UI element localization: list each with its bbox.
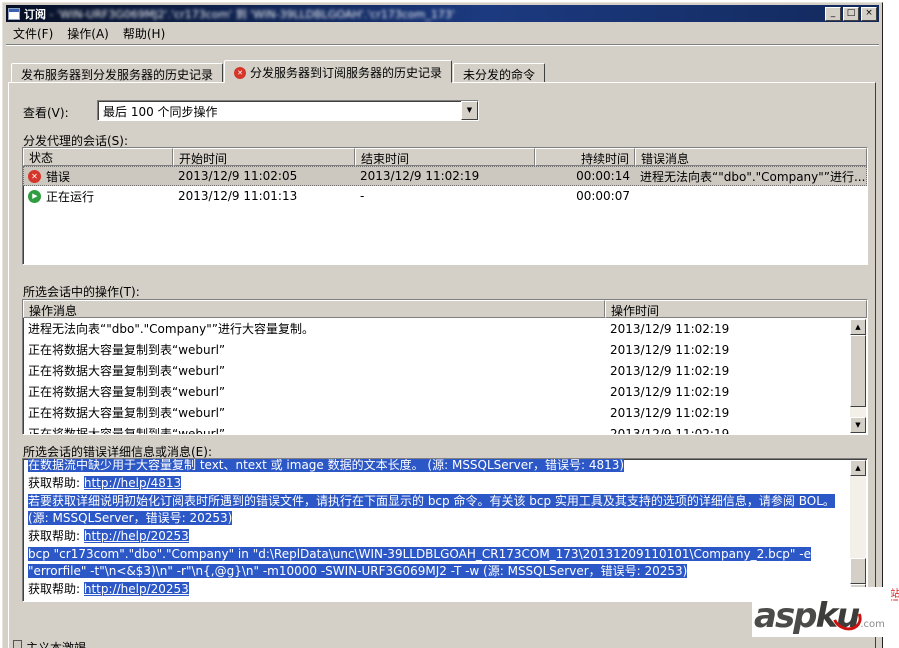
- error-details-box[interactable]: 在数据流中缺少用于大容量复制 text、ntext 或 image 数据的文本长…: [22, 458, 868, 602]
- screenshot-page: 订阅 - 'WIN-URF3G069MJ2'.'cr173com' 到 'WIN…: [0, 0, 899, 648]
- column-header-time[interactable]: 操作时间: [605, 300, 867, 318]
- maximize-button[interactable]: □: [843, 6, 859, 21]
- view-combobox[interactable]: 最后 100 个同步操作 ▼: [97, 100, 479, 121]
- scroll-down-icon[interactable]: ▼: [850, 417, 866, 433]
- tree-node-icon: [13, 640, 22, 648]
- help-link[interactable]: http://help/20253: [83, 529, 189, 543]
- scrollbar-thumb[interactable]: [850, 335, 866, 407]
- view-combobox-value: 最后 100 个同步操作: [103, 105, 218, 119]
- session-end-time: -: [360, 189, 365, 203]
- column-header-message[interactable]: 操作消息: [23, 300, 605, 318]
- details-scrollbar[interactable]: ▲ ▼: [850, 460, 866, 600]
- minimize-button[interactable]: _: [825, 6, 841, 21]
- operation-time: 2013/12/9 11:02:19: [610, 384, 730, 399]
- error-detail-text: 在数据流中缺少用于大容量复制 text、ntext 或 image 数据的文本长…: [28, 458, 625, 472]
- menubar: 文件(F) 操作(A) 帮助(H): [6, 24, 879, 43]
- session-duration: 00:00:14: [576, 169, 630, 183]
- tab-distributor-history[interactable]: ✕ 分发服务器到订阅服务器的历史记录: [224, 60, 453, 83]
- operations-label: 所选会话中的操作(T):: [23, 285, 140, 299]
- operation-row[interactable]: 正在将数据大容量复制到表“weburl” 2013/12/9 11:02:19: [23, 402, 851, 423]
- operation-message: 正在将数据大容量复制到表“weburl”: [28, 364, 226, 378]
- operation-row[interactable]: 正在将数据大容量复制到表“weburl” 2013/12/9 11:02:19: [23, 360, 851, 381]
- scroll-up-icon[interactable]: ▲: [850, 460, 866, 476]
- window-title-redacted: - 'WIN-URF3G069MJ2'.'cr173com' 到 'WIN-39…: [46, 7, 455, 21]
- operation-row[interactable]: 进程无法向表“"dbo"."Company"”进行大容量复制。 2013/12/…: [23, 318, 851, 339]
- session-start-time: 2013/12/9 11:02:05: [178, 169, 298, 183]
- column-header-status[interactable]: 状态: [23, 148, 173, 166]
- help-prefix: 获取帮助:: [28, 529, 84, 543]
- menu-help[interactable]: 帮助(H): [116, 23, 172, 44]
- operations-grid: 操作消息 操作时间 进程无法向表“"dbo"."Company"”进行大容量复制…: [22, 299, 868, 435]
- running-icon: ▶: [28, 189, 41, 203]
- session-status: 错误: [46, 169, 71, 184]
- error-details-content: 在数据流中缺少用于大容量复制 text、ntext 或 image 数据的文本长…: [24, 458, 850, 600]
- window-title: 订阅 - 'WIN-URF3G069MJ2'.'cr173com' 到 'WIN…: [24, 7, 455, 21]
- session-duration: 00:00:07: [576, 189, 630, 203]
- tab-publisher-history[interactable]: 发布服务器到分发服务器的历史记录: [11, 63, 224, 83]
- help-prefix: 获取帮助:: [28, 582, 84, 596]
- help-prefix: 获取帮助:: [28, 476, 84, 490]
- column-header-error[interactable]: 错误消息: [635, 148, 867, 166]
- tab-label: 分发服务器到订阅服务器的历史记录: [250, 66, 443, 80]
- column-header-duration[interactable]: 持续时间: [535, 148, 635, 166]
- tab-label: 未分发的命令: [463, 67, 536, 82]
- operation-time: 2013/12/9 11:02:19: [610, 363, 730, 378]
- operation-time: 2013/12/9 11:02:19: [610, 405, 730, 420]
- menu-separator: [6, 44, 879, 46]
- operation-message: 正在将数据大容量复制到表“weburl”: [28, 343, 226, 357]
- help-link[interactable]: http://help/20253: [83, 582, 189, 596]
- close-button[interactable]: ×: [861, 6, 877, 21]
- session-end-time: 2013/12/9 11:02:19: [360, 169, 480, 183]
- watermark-logo: aspku: [754, 596, 867, 636]
- operation-row[interactable]: 正在将数据大容量复制到表“weburl” 2013/12/9 11:02:19: [23, 381, 851, 402]
- session-status: 正在运行: [46, 189, 95, 204]
- watermark-tagline: 免费网站源码下载站!: [887, 588, 899, 628]
- watermark: aspku .com 免费网站源码下载站!: [752, 587, 899, 637]
- operation-message: 正在将数据大容量复制到表“weburl”: [28, 385, 226, 399]
- titlebar[interactable]: 订阅 - 'WIN-URF3G069MJ2'.'cr173com' 到 'WIN…: [6, 5, 879, 22]
- menu-action[interactable]: 操作(A): [60, 23, 116, 44]
- session-error-message: 进程无法向表“"dbo"."Company"”进行...: [640, 169, 866, 184]
- error-icon: ✕: [234, 66, 247, 79]
- session-start-time: 2013/12/9 11:01:13: [178, 189, 298, 203]
- operation-row[interactable]: 正在将数据大容量复制到表“weburl” 2013/12/9 11:02:19: [23, 339, 851, 360]
- operation-message: 进程无法向表“"dbo"."Company"”进行大容量复制。: [28, 322, 314, 336]
- operation-time: 2013/12/9 11:02:19: [610, 342, 730, 357]
- operation-time: 2013/12/9 11:02:19: [610, 426, 730, 435]
- help-link[interactable]: http://help/4813: [83, 476, 182, 490]
- chevron-down-icon[interactable]: ▼: [461, 101, 478, 120]
- tab-page: 查看(V): 最后 100 个同步操作 ▼ 分发代理的会话(S): 状态 开始时…: [8, 82, 876, 648]
- clipped-footer: 主义本激竭: [13, 639, 86, 648]
- scrollbar-thumb[interactable]: [850, 558, 866, 584]
- tab-undistributed-commands[interactable]: 未分发的命令: [453, 63, 546, 83]
- window-icon: [8, 7, 20, 20]
- clipped-footer-text: 主义本激竭: [26, 641, 87, 648]
- column-header-end[interactable]: 结束时间: [355, 148, 535, 166]
- tabstrip: 发布服务器到分发服务器的历史记录 ✕ 分发服务器到订阅服务器的历史记录 未分发的…: [11, 60, 546, 83]
- operations-scrollbar[interactable]: ▲ ▼: [850, 319, 866, 433]
- bcp-command-text: bcp "cr173com"."dbo"."Company" in "d:\Re…: [28, 547, 811, 578]
- error-detail-text: 若要获取详细说明初始化订阅表时所遇到的错误文件，请执行在下面显示的 bcp 命令…: [28, 494, 835, 525]
- tab-label: 发布服务器到分发服务器的历史记录: [21, 67, 214, 82]
- session-row-running[interactable]: ▶ 正在运行 2013/12/9 11:01:13 - 00:00:07: [23, 186, 867, 206]
- view-label: 查看(V):: [23, 106, 69, 120]
- menu-file[interactable]: 文件(F): [6, 23, 60, 44]
- session-row-error[interactable]: ✕ 错误 2013/12/9 11:02:05 2013/12/9 11:02:1…: [23, 166, 867, 186]
- scroll-up-icon[interactable]: ▲: [850, 319, 866, 335]
- operation-message: 正在将数据大容量复制到表“weburl”: [28, 427, 226, 435]
- operation-message: 正在将数据大容量复制到表“weburl”: [28, 406, 226, 420]
- column-header-start[interactable]: 开始时间: [173, 148, 355, 166]
- operation-time: 2013/12/9 11:02:19: [610, 321, 730, 336]
- sessions-grid-header: 状态 开始时间 结束时间 持续时间 错误消息: [23, 148, 867, 166]
- sessions-grid: 状态 开始时间 结束时间 持续时间 错误消息 ✕ 错误 2013/12/9 11:…: [22, 147, 868, 265]
- operation-row[interactable]: 正在将数据大容量复制到表“weburl” 2013/12/9 11:02:19: [23, 423, 851, 435]
- watermark-com: .com: [860, 619, 885, 630]
- subscription-window: 订阅 - 'WIN-URF3G069MJ2'.'cr173com' 到 'WIN…: [2, 2, 883, 648]
- error-icon: ✕: [28, 169, 41, 183]
- operations-grid-header: 操作消息 操作时间: [23, 300, 867, 318]
